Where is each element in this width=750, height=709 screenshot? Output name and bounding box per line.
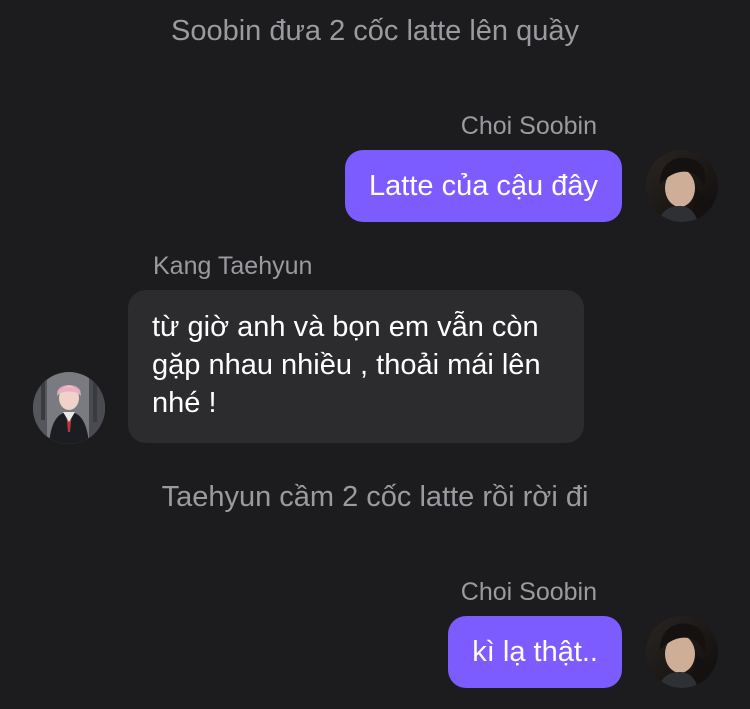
message-bubble[interactable]: Latte của cậu đây bbox=[345, 150, 622, 222]
sender-name: Choi Soobin bbox=[460, 578, 597, 606]
sender-name: Kang Taehyun bbox=[153, 252, 313, 280]
soobin-avatar-icon bbox=[646, 150, 718, 222]
taehyun-avatar-icon bbox=[33, 372, 105, 444]
message-text: Latte của cậu đây bbox=[369, 170, 598, 202]
message-bubble[interactable]: từ giờ anh và bọn em vẫn còn gặp nhau nh… bbox=[128, 290, 584, 443]
narration-text: Soobin đưa 2 cốc latte lên quầy bbox=[171, 15, 579, 47]
message-text: kì lạ thật.. bbox=[472, 636, 598, 668]
avatar[interactable] bbox=[646, 616, 718, 688]
sender-name: Choi Soobin bbox=[460, 112, 597, 140]
narration-text: Taehyun cầm 2 cốc latte rồi rời đi bbox=[161, 481, 589, 513]
soobin-avatar-icon bbox=[646, 616, 718, 688]
message-text: từ giờ anh và bọn em vẫn còn gặp nhau nh… bbox=[152, 311, 541, 419]
avatar[interactable] bbox=[33, 372, 105, 444]
avatar[interactable] bbox=[646, 150, 718, 222]
message-bubble[interactable]: kì lạ thật.. bbox=[448, 616, 622, 688]
